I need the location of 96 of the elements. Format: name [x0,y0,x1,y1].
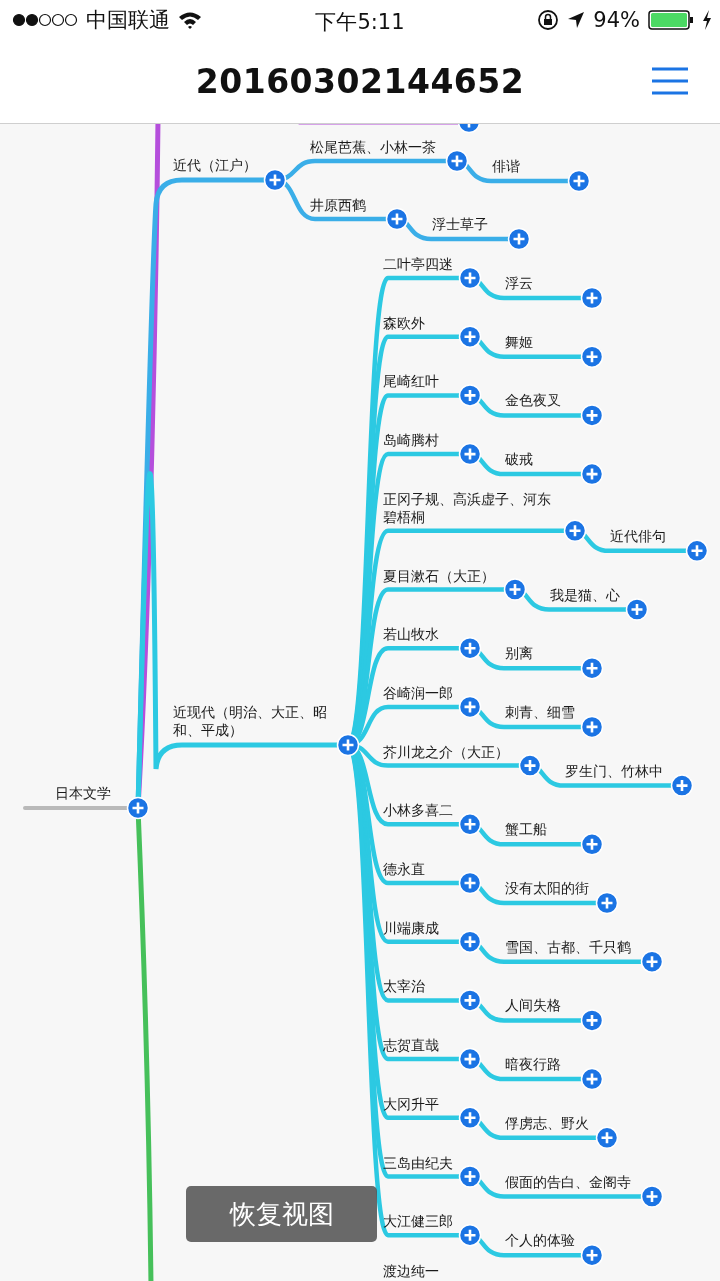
node-label[interactable]: 俘虏志、野火 [505,1113,589,1132]
node-label[interactable]: 没有太阳的街 [505,879,589,897]
node-label[interactable]: 雪国、古都、千只鹤 [505,937,631,956]
node-label[interactable]: 人间失格 [505,996,561,1015]
plus-icon[interactable] [518,754,542,777]
node-label[interactable]: 浮云 [505,274,533,292]
plus-icon[interactable] [458,442,482,466]
plus-icon[interactable] [563,519,587,543]
node-label[interactable]: 森欧外 [383,313,425,332]
node-label[interactable]: 岛崎腾村 [383,431,439,450]
plus-icon[interactable] [670,774,694,797]
plus-icon[interactable] [580,345,604,368]
plus-icon[interactable] [595,891,619,915]
plus-icon[interactable] [580,462,604,486]
node-label[interactable]: 正冈子规、高浜虚子、河东碧梧桐 [383,489,560,526]
node-label[interactable]: 假面的告白、金阁寺 [505,1172,631,1191]
node-label[interactable]: 金色夜叉 [505,391,561,410]
plus-icon[interactable] [126,796,150,820]
node-label[interactable]: 谷崎润一郎 [383,683,453,702]
plus-icon[interactable] [507,227,531,251]
node-label[interactable]: 俳谐 [492,157,520,175]
node-label[interactable]: 大江健三郎 [383,1212,453,1231]
node-label[interactable]: 松尾芭蕉、小林一茶 [310,138,436,156]
menu-button[interactable] [650,66,690,96]
plus-icon[interactable] [567,169,591,193]
carrier-name: 中国联通 [86,7,170,34]
node-label[interactable]: 二叶亭四迷 [383,255,453,273]
node-label[interactable]: 三岛由纪夫 [383,1153,453,1172]
plus-icon[interactable] [458,989,482,1012]
plus-icon[interactable] [458,1223,482,1247]
plus-icon[interactable] [458,384,482,407]
node-label[interactable]: 近现代（明治、大正、昭和、平成） [173,703,334,739]
location-arrow-icon [567,11,586,29]
node-label[interactable]: 近代（江户） [173,156,257,174]
node-label[interactable]: 破戒 [505,450,533,469]
node-label[interactable]: 尾崎红叶 [383,372,439,391]
node-label[interactable]: 日本文学 [55,784,111,802]
node-label[interactable]: 别离 [505,644,533,663]
node-label[interactable]: 小林多喜二 [383,801,453,820]
plus-icon[interactable] [458,266,482,290]
node-label[interactable]: 太宰治 [383,977,425,996]
battery-icon [648,10,694,30]
node-label[interactable]: 舞姬 [505,332,533,351]
plus-icon[interactable] [457,124,481,134]
signal-icon [12,13,78,27]
node-label[interactable]: 志贺直哉 [383,1036,439,1055]
page-title: 20160302144652 [195,62,525,101]
node-label[interactable]: 罗生门、竹林中 [565,761,663,780]
node-label[interactable]: 刺青、细雪 [505,702,575,721]
node-label[interactable]: 若山牧水 [383,625,439,644]
node-label[interactable]: 芥川龙之介（大正） [383,742,509,761]
plus-icon[interactable] [580,1243,604,1267]
rotation-lock-icon [537,9,560,31]
node-label[interactable]: 蟹工船 [505,820,547,839]
plus-icon[interactable] [458,695,482,719]
plus-icon[interactable] [336,733,360,757]
wifi-icon [178,11,202,29]
plus-icon[interactable] [580,1009,604,1032]
node-label[interactable]: 近代俳句 [610,526,666,545]
node-label[interactable]: 个人的体验 [505,1231,575,1250]
plus-icon[interactable] [445,149,469,173]
plus-icon[interactable] [580,715,604,739]
plus-icon[interactable] [640,950,664,973]
battery-percent: 94% [593,8,640,32]
plus-icon[interactable] [503,578,527,601]
toast-message: 恢复视图 [186,1186,377,1242]
node-label[interactable]: 大冈升平 [383,1094,439,1113]
plus-icon[interactable] [458,1165,482,1188]
plus-icon[interactable] [385,207,409,231]
plus-icon[interactable] [580,286,604,310]
node-label[interactable]: 我是猫、心 [550,585,620,604]
node-label[interactable]: 渡边纯一 [383,1262,439,1280]
plus-icon[interactable] [458,1106,482,1130]
plus-icon[interactable] [685,539,709,563]
plus-icon[interactable] [458,325,482,348]
plus-icon[interactable] [580,656,604,680]
plus-icon[interactable] [458,871,482,895]
plus-icon[interactable] [458,636,482,660]
node-label[interactable]: 暗夜行路 [505,1055,561,1074]
charging-icon [702,10,712,30]
plus-icon[interactable] [580,404,604,427]
node-label[interactable]: 川端康成 [383,918,439,937]
plus-icon[interactable] [640,1185,664,1208]
plus-icon[interactable] [263,168,287,192]
node-label[interactable]: 德永直 [383,860,425,878]
clock-time: 下午5:11 [315,10,405,34]
node-label[interactable]: 夏目漱石（大正） [383,566,495,585]
plus-icon[interactable] [580,833,604,856]
plus-icon[interactable] [458,813,482,836]
plus-icon[interactable] [458,930,482,953]
node-label[interactable]: 浮士草子 [432,215,488,233]
plus-icon[interactable] [458,1047,482,1071]
node-label[interactable]: 井原西鹤 [310,196,366,214]
plus-icon[interactable] [580,1067,604,1091]
plus-icon[interactable] [595,1126,619,1150]
plus-icon[interactable] [625,598,649,621]
